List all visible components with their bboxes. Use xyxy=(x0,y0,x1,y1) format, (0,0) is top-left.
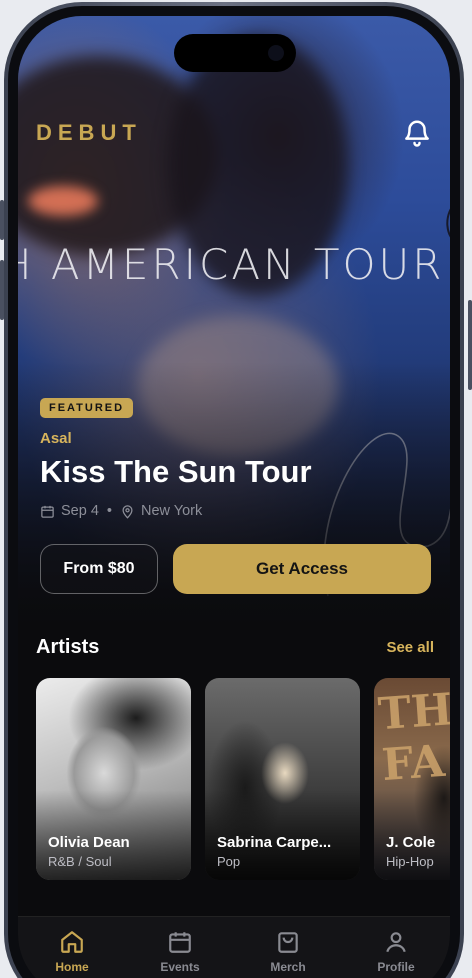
location-pin-icon xyxy=(122,504,133,519)
app-logo: DEBUT xyxy=(36,120,142,145)
phone-side-button xyxy=(0,200,4,240)
camera-icon xyxy=(268,45,284,61)
artist-photo-text: THE FA xyxy=(376,681,450,792)
artist-card-name: Sabrina Carpe... xyxy=(217,834,332,851)
artist-card-genre: Pop xyxy=(217,854,241,869)
artist-card-name: Olivia Dean xyxy=(48,834,130,851)
calendar-icon xyxy=(169,932,191,953)
phone-bezel: H AMERICAN TOUR DEBUT FEATURED Asal Kiss… xyxy=(8,6,460,978)
tour-banner-text: H AMERICAN TOUR xyxy=(18,240,445,289)
tab-profile[interactable]: Profile xyxy=(356,929,436,978)
featured-hero[interactable]: H AMERICAN TOUR DEBUT FEATURED Asal Kiss… xyxy=(18,16,450,622)
phone-frame: H AMERICAN TOUR DEBUT FEATURED Asal Kiss… xyxy=(4,2,464,978)
event-meta: Sep 4 • New York xyxy=(40,503,202,519)
phone-side-button xyxy=(468,300,472,390)
app-screen: H AMERICAN TOUR DEBUT FEATURED Asal Kiss… xyxy=(18,16,450,978)
event-title: Kiss The Sun Tour xyxy=(40,454,312,489)
bell-icon[interactable] xyxy=(402,118,432,148)
get-access-button[interactable]: Get Access xyxy=(173,544,431,594)
featured-badge: FEATURED xyxy=(40,398,134,418)
bag-icon xyxy=(278,932,298,953)
user-icon xyxy=(386,932,406,953)
see-all-link[interactable]: See all xyxy=(386,639,434,656)
home-icon xyxy=(61,931,83,953)
tab-label: Merch xyxy=(270,960,306,974)
meta-separator: • xyxy=(106,503,112,519)
phone-side-button xyxy=(0,260,4,320)
artist-card-name: J. Cole xyxy=(386,834,436,851)
calendar-icon xyxy=(41,505,54,518)
tab-home[interactable]: Home xyxy=(32,929,112,978)
tab-merch[interactable]: Merch xyxy=(248,929,328,978)
event-date: Sep 4 xyxy=(61,503,99,519)
tab-label: Events xyxy=(160,960,200,974)
artists-section-title: Artists xyxy=(36,636,100,658)
tab-events[interactable]: Events xyxy=(140,929,220,978)
tab-label: Profile xyxy=(377,960,415,974)
artist-carousel[interactable]: Olivia Dean R&B / Soul Sabrina Carpe... … xyxy=(36,678,450,880)
price-button[interactable]: From $80 xyxy=(40,544,158,594)
artist-card[interactable]: Sabrina Carpe... Pop xyxy=(205,678,360,880)
signature-graphic-small xyxy=(446,208,450,238)
artist-card-genre: R&B / Soul xyxy=(48,854,112,869)
event-location: New York xyxy=(140,503,203,519)
hero-image-highlight xyxy=(28,186,98,216)
artist-card[interactable]: THE FA J. Cole Hip-Hop xyxy=(374,678,450,880)
bottom-tab-bar: Home Events Merch Profile xyxy=(18,916,450,978)
artist-card[interactable]: Olivia Dean R&B / Soul xyxy=(36,678,191,880)
dynamic-island xyxy=(174,34,296,72)
featured-artist-name[interactable]: Asal xyxy=(40,430,72,447)
tab-label: Home xyxy=(55,960,89,974)
artist-card-genre: Hip-Hop xyxy=(386,854,434,869)
